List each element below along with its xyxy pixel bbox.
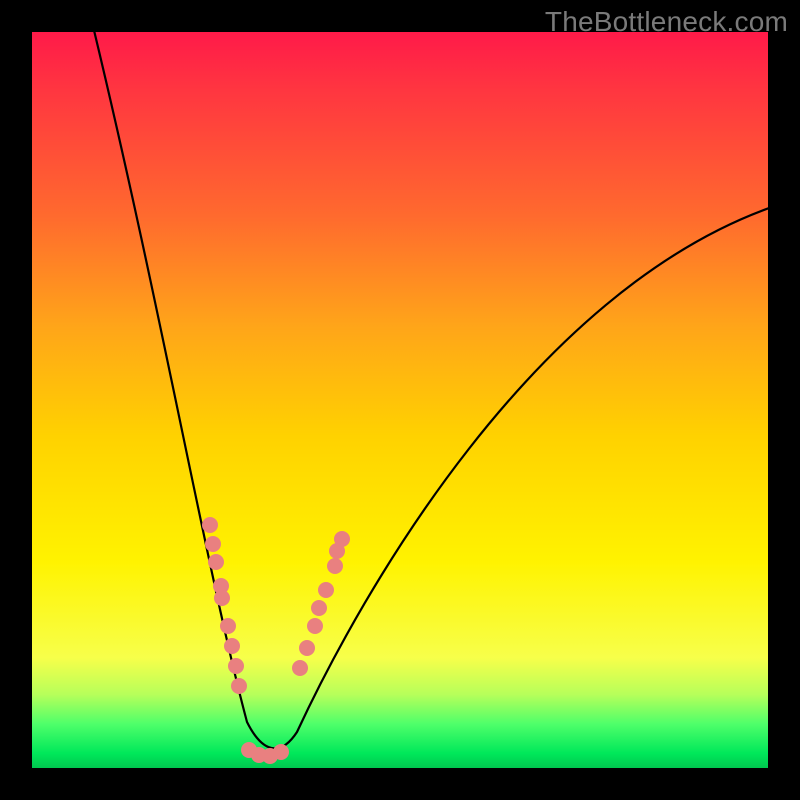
marker-point (327, 558, 343, 574)
marker-point (231, 678, 247, 694)
marker-point (202, 517, 218, 533)
marker-point (228, 658, 244, 674)
chart-plot-area (32, 32, 768, 768)
marker-point (318, 582, 334, 598)
watermark-text: TheBottleneck.com (545, 6, 788, 38)
marker-point (220, 618, 236, 634)
marker-point (299, 640, 315, 656)
marker-point (307, 618, 323, 634)
marker-point (224, 638, 240, 654)
marker-point (311, 600, 327, 616)
marker-point (273, 744, 289, 760)
marker-layer (32, 32, 768, 768)
marker-point (208, 554, 224, 570)
marker-point (205, 536, 221, 552)
marker-point (334, 531, 350, 547)
marker-point (214, 590, 230, 606)
marker-point (292, 660, 308, 676)
